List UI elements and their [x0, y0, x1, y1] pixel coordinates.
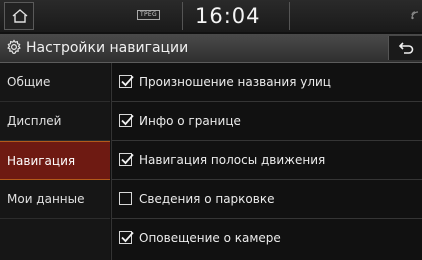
- option-camera-alert[interactable]: Оповещение о камере: [112, 219, 422, 258]
- tab-label: Дисплей: [7, 114, 62, 128]
- title-bar: Настройки навигации: [0, 34, 422, 63]
- option-label: Инфо о границе: [139, 114, 241, 128]
- checkbox[interactable]: [119, 192, 132, 205]
- clock: 16:04: [195, 4, 261, 28]
- tab-label: Мои данные: [7, 192, 85, 206]
- tpeg-badge: TPEG: [137, 10, 160, 20]
- option-parking-info[interactable]: Сведения о парковке: [112, 180, 422, 219]
- checkmark-icon: [121, 75, 134, 87]
- option-lane-guidance[interactable]: Навигация полосы движения: [112, 141, 422, 180]
- page-title: Настройки навигации: [26, 40, 189, 56]
- tab-label: Навигация: [7, 154, 76, 168]
- checkmark-icon: [121, 114, 134, 126]
- home-icon: [12, 9, 28, 23]
- option-border-info[interactable]: Инфо о границе: [112, 102, 422, 141]
- back-button[interactable]: [388, 36, 422, 60]
- tab-navigation[interactable]: Навигация: [0, 141, 110, 180]
- checkbox[interactable]: [119, 75, 134, 88]
- tab-label: Общие: [7, 75, 51, 89]
- gear-icon: [7, 39, 21, 55]
- tab-general[interactable]: Общие: [0, 63, 110, 102]
- option-label: Оповещение о камере: [139, 231, 281, 245]
- option-label: Сведения о парковке: [139, 192, 275, 206]
- checkbox[interactable]: [119, 231, 134, 244]
- option-label: Произношение названия улиц: [139, 75, 331, 89]
- clock-area: 16:04: [182, 2, 290, 30]
- settings-tabs: Общие Дисплей Навигация Мои данные: [0, 63, 110, 260]
- option-street-names[interactable]: Произношение названия улиц: [112, 63, 422, 102]
- checkbox[interactable]: [119, 114, 134, 127]
- status-bar: TPEG 16:04: [0, 0, 422, 32]
- navigation-settings-screen: TPEG 16:04 Настройки навигации Общие Дис…: [0, 0, 422, 260]
- option-label: Навигация полосы движения: [139, 153, 326, 167]
- checkmark-icon: [121, 153, 134, 165]
- checkmark-icon: [121, 231, 134, 243]
- home-button[interactable]: [4, 2, 34, 30]
- back-arrow-icon: [398, 42, 414, 54]
- tab-display[interactable]: Дисплей: [0, 102, 110, 141]
- signal-icon: [411, 11, 419, 20]
- checkbox[interactable]: [119, 153, 134, 166]
- options-list: Произношение названия улиц Инфо о границ…: [111, 63, 422, 260]
- tab-my-data[interactable]: Мои данные: [0, 180, 110, 219]
